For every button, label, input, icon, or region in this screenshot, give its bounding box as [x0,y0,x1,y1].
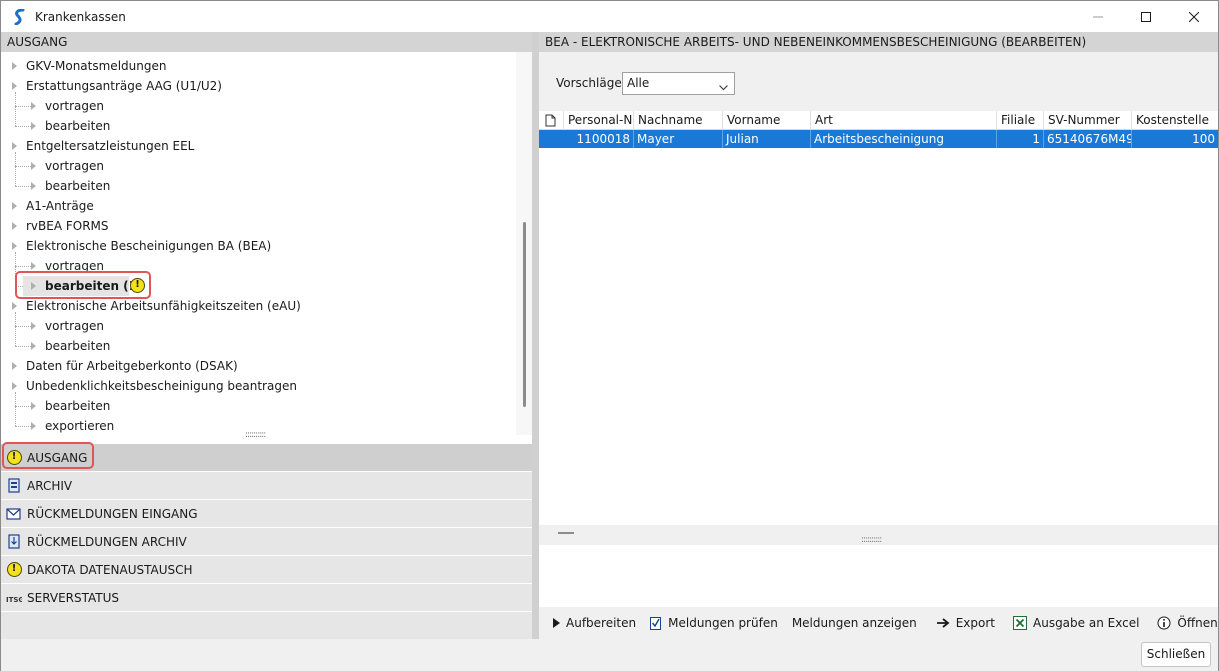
column-header[interactable]: Kostenstelle [1132,111,1218,130]
module-navigation: ! AUSGANG ARCHIV RÜCKMELDUNGEN EINGANG R… [1,442,532,639]
expand-arrow-icon[interactable] [12,222,17,230]
scrollbar-thumb[interactable] [523,222,526,407]
scrollbar-thumb[interactable] [558,532,574,534]
panel-splitter[interactable] [532,32,539,639]
suggestions-dropdown[interactable]: Alle [622,72,735,95]
close-window-button[interactable] [1170,1,1218,32]
nav-label: SERVERSTATUS [27,590,120,605]
expand-arrow-icon[interactable] [31,322,36,330]
title-bar: Krankenkassen [1,1,1218,32]
expand-arrow-icon[interactable] [12,202,17,210]
meldungen-pruefen-button[interactable]: Meldungen prüfen [650,616,778,630]
column-header[interactable]: Art [811,111,997,130]
resize-grip-icon[interactable]: :::::::::: [861,535,882,545]
expand-arrow-icon[interactable] [31,262,36,270]
cell-art[interactable]: Arbeitsbescheinigung [811,130,997,148]
column-header[interactable]: Personal-Nr. [564,111,634,130]
info-icon [1157,616,1171,630]
column-header[interactable]: Nachname [634,111,723,130]
chevron-down-icon [719,77,728,98]
expand-arrow-icon[interactable] [12,302,17,310]
aufbereiten-button[interactable]: Aufbereiten [553,616,636,630]
maximize-button[interactable] [1122,1,1170,32]
document-icon [545,114,556,127]
nav-label: RÜCKMELDUNGEN ARCHIV [27,534,187,549]
nav-label: RÜCKMELDUNGEN EINGANG [27,506,198,521]
column-header[interactable]: SV-Nummer [1044,111,1132,130]
close-icon [1189,11,1199,22]
highlight-frame [15,271,151,299]
nav-archiv[interactable]: ARCHIV [1,472,532,500]
left-panel-header: AUSGANG [1,32,532,52]
nav-rueckmeldungen-archiv[interactable]: RÜCKMELDUNGEN ARCHIV [1,528,532,556]
status-bar [1,639,1218,671]
maximize-icon [1141,11,1151,22]
cell-kostenstelle[interactable]: 100 [1132,130,1218,148]
detail-area [539,545,1218,607]
expand-arrow-icon[interactable] [12,62,17,70]
expand-arrow-icon[interactable] [12,82,17,90]
itsg-icon: ITSG [6,590,22,606]
cell-sv-nummer[interactable]: 65140676M491 [1044,130,1132,148]
grid-header: Personal-Nr. Nachname Vorname Art Filial… [539,111,1218,130]
dropdown-value: Alle [627,76,650,90]
expand-arrow-icon[interactable] [12,362,17,370]
cell-vorname[interactable]: Julian [723,130,811,148]
nav-label: DAKOTA DATENAUSTAUSCH [27,562,193,577]
app-window: Krankenkassen AUSGANG BEA - ELEKTRONISCH… [0,0,1219,671]
tree-scrollbar[interactable] [516,52,532,435]
export-button[interactable]: Export [936,616,995,630]
cell-filiale[interactable]: 1 [997,130,1044,148]
nav-label: ARCHIV [27,478,73,493]
expand-arrow-icon[interactable] [31,342,36,350]
inbox-mail-icon [6,506,22,522]
data-grid: Personal-Nr. Nachname Vorname Art Filial… [539,111,1218,525]
expand-arrow-icon[interactable] [12,242,17,250]
cell-personal-nr[interactable]: 1100018 [539,130,634,148]
archive-download-icon [6,534,22,550]
warning-icon: ! [6,562,22,578]
column-header[interactable]: Filiale [997,111,1044,130]
expand-arrow-icon[interactable] [31,162,36,170]
expand-arrow-icon[interactable] [12,382,17,390]
filter-label: Vorschläge: [556,76,626,90]
minimize-button[interactable] [1074,1,1122,32]
nav-rueckmeldungen-eingang[interactable]: RÜCKMELDUNGEN EINGANG [1,500,532,528]
expand-arrow-icon[interactable] [31,422,36,430]
content-panel: Vorschläge: Alle Personal-Nr. Nachname V… [539,52,1218,639]
app-logo-icon [9,6,31,28]
table-row[interactable]: 1100018 Mayer Julian Arbeitsbescheinigun… [539,130,1218,148]
window-title: Krankenkassen [35,9,126,24]
column-header[interactable]: Vorname [723,111,811,130]
resize-grip-icon[interactable]: :::::::::: [245,430,266,440]
archive-icon [6,478,22,494]
row-indicator-header [539,111,564,130]
navigation-tree: GKV-Monatsmeldungen Erstattungsanträge A… [1,52,532,444]
highlight-frame [2,442,94,469]
oeffnen-button[interactable]: Öffnen [1157,616,1218,630]
expand-arrow-icon[interactable] [31,182,36,190]
grid-horizontal-scrollbar[interactable]: :::::::::: [539,525,1218,545]
nav-dakota[interactable]: ! DAKOTA DATENAUSTAUSCH [1,556,532,584]
expand-arrow-icon[interactable] [31,102,36,110]
minimize-icon [1093,16,1103,17]
play-arrow-icon [553,618,560,628]
schliessen-button[interactable]: Schließen [1141,642,1211,667]
checklist-icon [650,616,662,630]
right-panel-header: BEA - ELEKTRONISCHE ARBEITS- UND NEBENEI… [539,32,1218,52]
nav-serverstatus[interactable]: ITSG SERVERSTATUS [1,584,532,612]
meldungen-anzeigen-button[interactable]: Meldungen anzeigen [792,616,917,630]
arrow-right-icon [936,618,950,628]
cell-nachname[interactable]: Mayer [634,130,723,148]
svg-text:ITSG: ITSG [6,596,22,604]
excel-icon [1013,616,1027,630]
expand-arrow-icon[interactable] [12,142,17,150]
excel-export-button[interactable]: Ausgabe an Excel [1013,616,1139,630]
expand-arrow-icon[interactable] [31,122,36,130]
expand-arrow-icon[interactable] [31,402,36,410]
action-toolbar: Aufbereiten Meldungen prüfen Meldungen a… [539,607,1218,639]
